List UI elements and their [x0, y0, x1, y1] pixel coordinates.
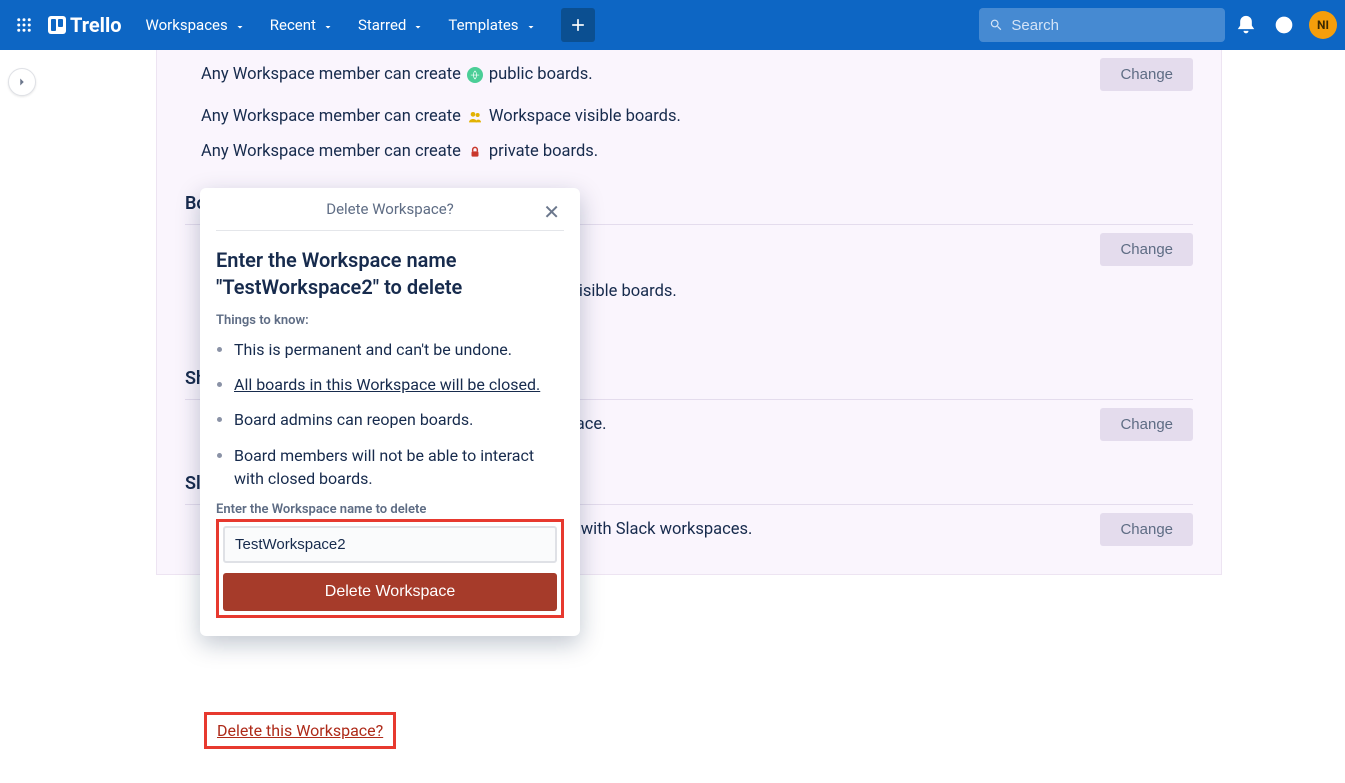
popup-bullet: Board admins can reopen boards. [234, 408, 564, 431]
trello-logo[interactable]: Trello [48, 13, 122, 37]
globe-icon [467, 67, 483, 83]
setting-row-public: Any Workspace member can create public b… [157, 50, 1221, 99]
setting-row-workspace-visible: Any Workspace member can create Workspac… [157, 99, 1221, 134]
notifications-icon[interactable] [1229, 8, 1263, 42]
popup-title: Delete Workspace? [326, 200, 454, 218]
search-box[interactable] [979, 8, 1225, 42]
apps-switcher-icon[interactable] [8, 9, 40, 41]
row-text-pre: Any Workspace member can create [201, 65, 461, 84]
lock-icon [467, 144, 483, 160]
change-button[interactable]: Change [1100, 408, 1193, 441]
nav-recent-label: Recent [270, 16, 316, 34]
nav-starred[interactable]: Starred [346, 10, 436, 40]
help-icon[interactable] [1267, 8, 1301, 42]
create-button[interactable] [561, 8, 595, 42]
popup-input-label: Enter the Workspace name to delete [216, 502, 564, 517]
change-button[interactable]: Change [1100, 513, 1193, 546]
nav-starred-label: Starred [358, 16, 406, 34]
nav-recent[interactable]: Recent [258, 10, 346, 40]
nav-templates[interactable]: Templates [436, 10, 548, 40]
nav-templates-label: Templates [448, 16, 518, 34]
close-icon[interactable]: ✕ [539, 198, 564, 226]
popup-heading: Enter the Workspace name "TestWorkspace2… [216, 247, 564, 301]
popup-bullet: All boards in this Workspace will be clo… [234, 373, 564, 396]
chevron-down-icon [525, 19, 537, 31]
delete-workspace-link[interactable]: Delete this Workspace? [217, 721, 383, 740]
logo-text: Trello [70, 13, 122, 37]
chevron-down-icon [234, 19, 246, 31]
chevron-down-icon [322, 19, 334, 31]
avatar[interactable]: NI [1309, 11, 1337, 39]
delete-workspace-popup: Delete Workspace? ✕ Enter the Workspace … [200, 188, 580, 636]
search-icon [989, 17, 1003, 33]
nav-workspaces-label: Workspaces [146, 16, 228, 34]
sidebar-expand-button[interactable] [8, 68, 36, 96]
row-text-pre: Any Workspace member can create [201, 142, 461, 161]
popup-bullet-list: This is permanent and can't be undone. A… [216, 328, 564, 490]
members-icon [467, 109, 483, 125]
row-text-post: public boards. [489, 65, 593, 84]
row-text-post: Workspace visible boards. [489, 107, 681, 126]
popup-bullet: Board members will not be able to intera… [234, 444, 564, 490]
delete-workspace-button[interactable]: Delete Workspace [223, 573, 557, 611]
popup-action-highlight: Delete Workspace [216, 519, 564, 618]
popup-things-label: Things to know: [216, 313, 564, 328]
row-text-pre: Any Workspace member can create [201, 107, 461, 126]
change-button[interactable]: Change [1100, 233, 1193, 266]
delete-workspace-link-highlight: Delete this Workspace? [204, 712, 396, 749]
change-button[interactable]: Change [1100, 58, 1193, 91]
top-navbar: Trello Workspaces Recent Starred Templat… [0, 0, 1345, 50]
nav-workspaces[interactable]: Workspaces [134, 10, 258, 40]
trello-board-icon [48, 16, 66, 34]
search-input[interactable] [1011, 17, 1215, 34]
popup-bullet: This is permanent and can't be undone. [234, 338, 564, 361]
workspace-name-input[interactable] [223, 526, 557, 563]
row-text-post: private boards. [489, 142, 598, 161]
chevron-down-icon [412, 19, 424, 31]
avatar-initials: NI [1317, 18, 1329, 32]
setting-row-private: Any Workspace member can create private … [157, 134, 1221, 169]
